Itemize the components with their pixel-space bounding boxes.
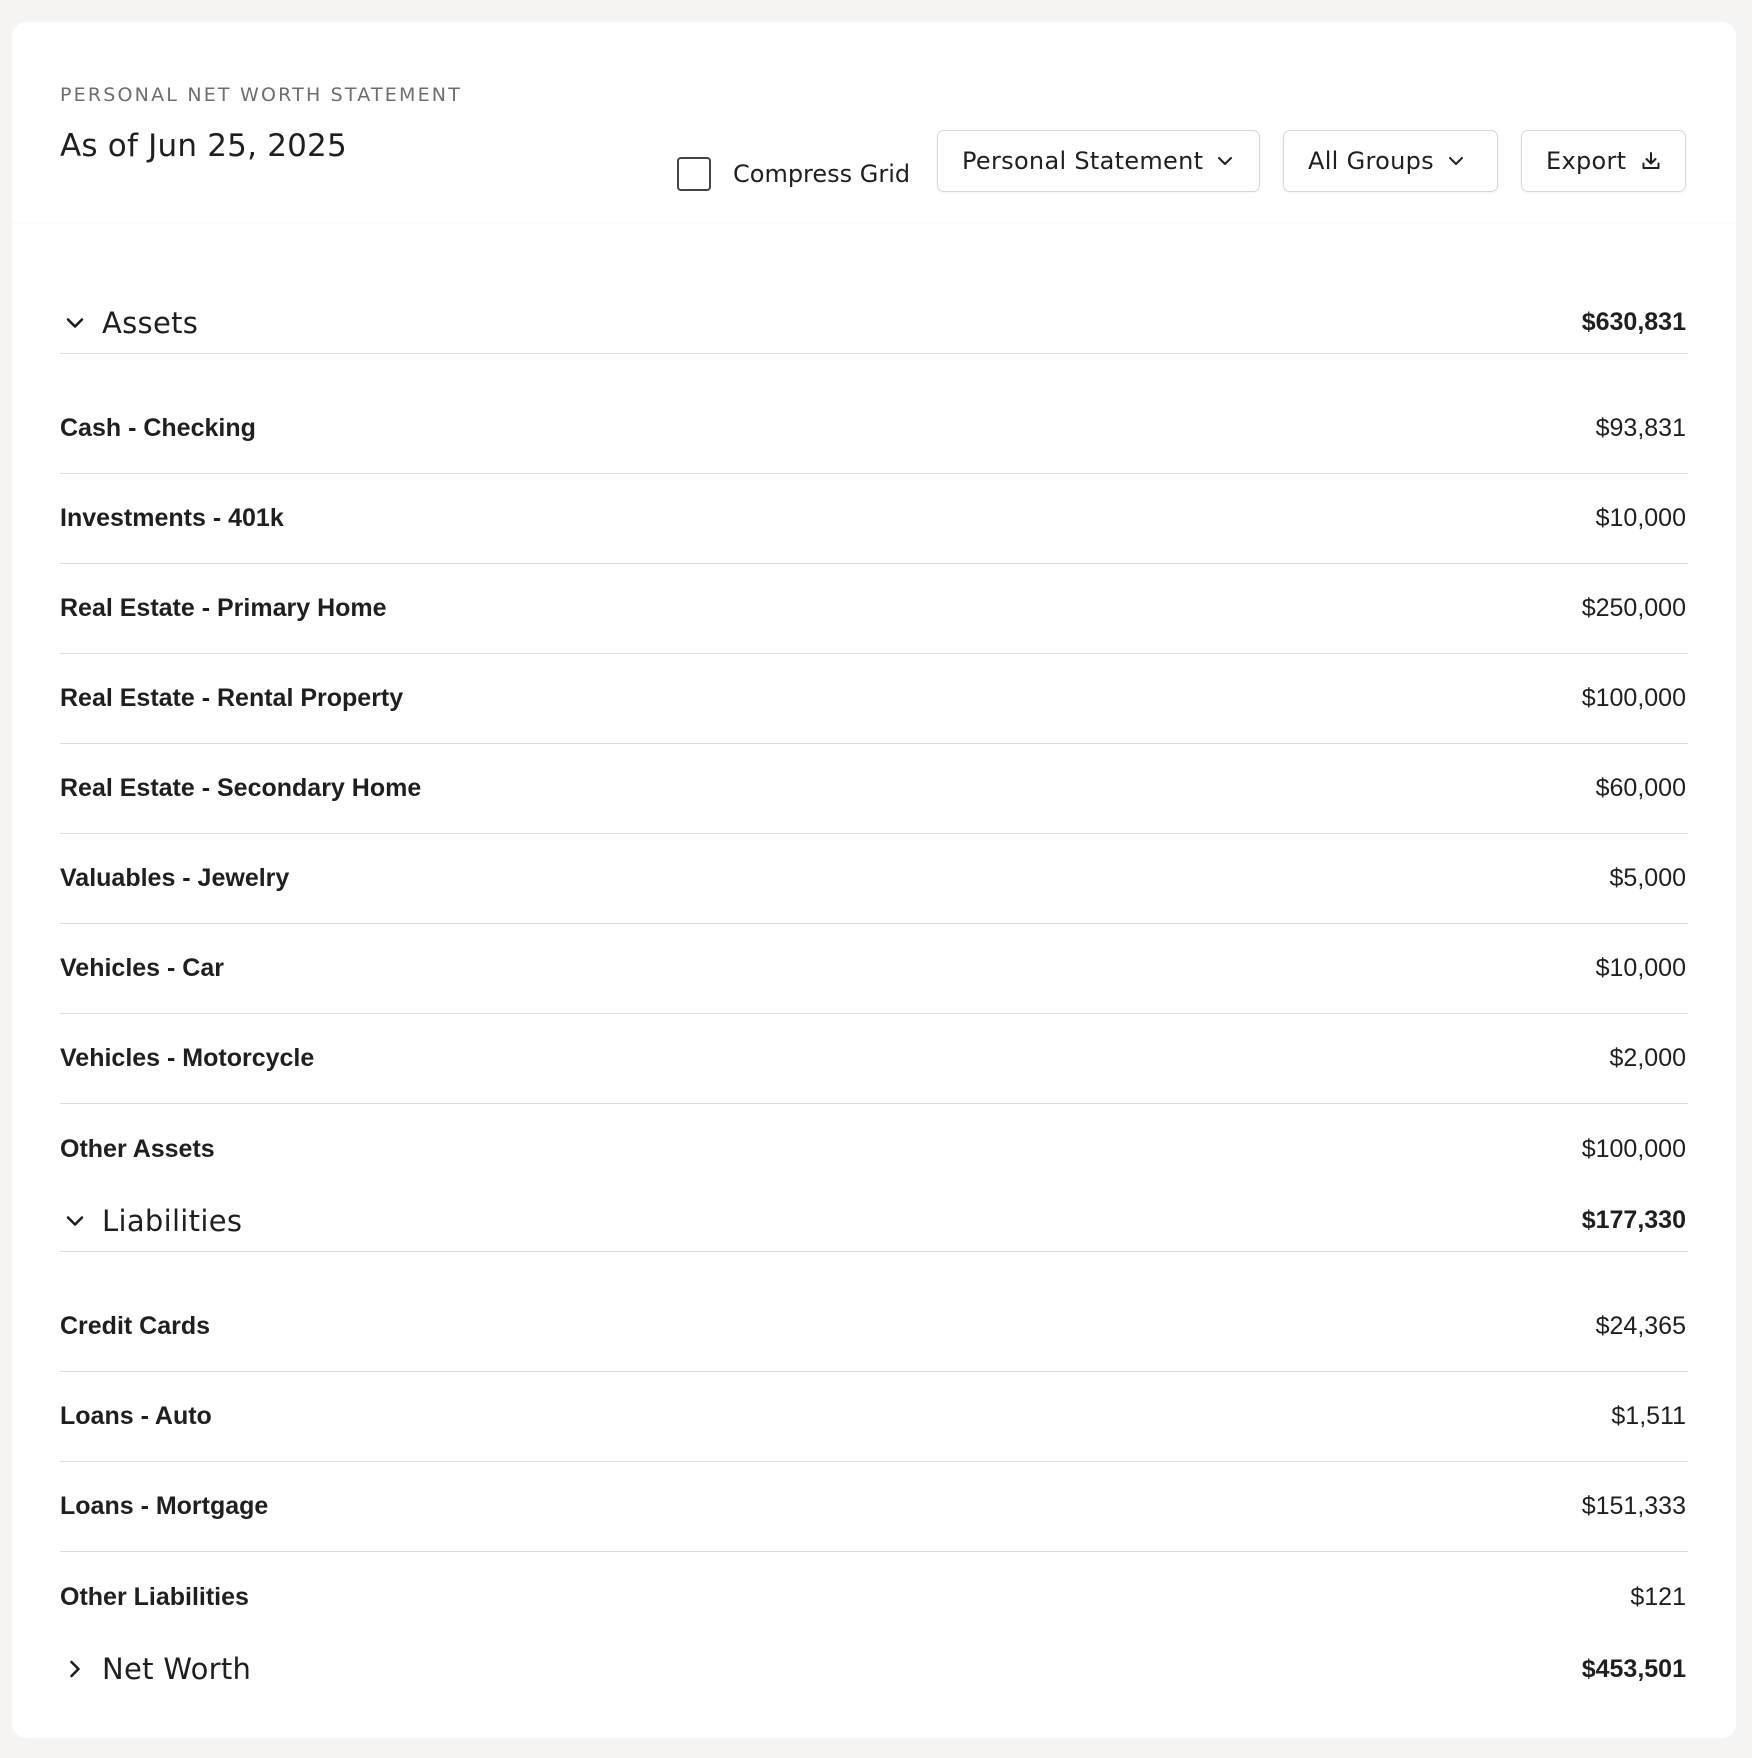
net-worth-total: $453,501 [1581, 1654, 1686, 1683]
table-row: Other Assets $100,000 [60, 1104, 1688, 1194]
assets-total: $630,831 [1581, 308, 1686, 336]
row-label: Cash - Checking [60, 414, 256, 442]
row-label: Vehicles - Car [60, 954, 224, 982]
net-worth-toggle[interactable]: Net Worth [60, 1652, 251, 1686]
row-label: Loans - Mortgage [60, 1492, 269, 1520]
chevron-right-icon[interactable] [60, 1654, 90, 1684]
row-value: $100,000 [1581, 684, 1686, 712]
row-label: Loans - Auto [60, 1402, 212, 1430]
row-value: $93,831 [1595, 414, 1686, 442]
as-of-date: As of Jun 25, 2025 [60, 128, 347, 164]
compress-grid-label: Compress Grid [733, 160, 911, 188]
liabilities-title: Liabilities [102, 1203, 243, 1238]
assets-title: Assets [102, 305, 199, 340]
chevron-down-icon [1448, 156, 1464, 166]
assets-toggle[interactable]: Assets [60, 306, 198, 340]
export-button[interactable]: Export [1521, 130, 1686, 192]
groups-value: All Groups [1308, 147, 1434, 175]
group-row-liabilities: Liabilities $177,330 [60, 1190, 1688, 1252]
chevron-down-icon[interactable] [60, 308, 90, 338]
table-row: Credit Cards $24,365 [60, 1282, 1688, 1372]
row-value: $1,511 [1611, 1402, 1686, 1430]
row-label: Other Assets [60, 1134, 215, 1163]
group-row-assets: Assets $630,831 [60, 292, 1688, 354]
row-value: $10,000 [1595, 954, 1686, 982]
statement-type-dropdown[interactable]: Personal Statement [937, 130, 1260, 192]
liabilities-toggle[interactable]: Liabilities [60, 1204, 242, 1238]
row-label: Real Estate - Primary Home [60, 594, 387, 622]
table-row: Real Estate - Primary Home $250,000 [60, 564, 1688, 654]
row-label: Valuables - Jewelry [60, 864, 290, 892]
row-value: $60,000 [1595, 774, 1686, 802]
row-value: $250,000 [1581, 594, 1686, 622]
table-row: Real Estate - Secondary Home $60,000 [60, 744, 1688, 834]
row-label: Investments - 401k [60, 504, 284, 532]
row-label: Other Liabilities [60, 1582, 249, 1611]
compress-grid-toggle[interactable]: Compress Grid [677, 154, 910, 194]
groups-dropdown[interactable]: All Groups [1283, 130, 1498, 192]
table-row: Cash - Checking $93,831 [60, 384, 1688, 474]
row-label: Vehicles - Motorcycle [60, 1044, 315, 1072]
table-row: Vehicles - Car $10,000 [60, 924, 1688, 1014]
statement-header: PERSONAL NET WORTH STATEMENT As of Jun 2… [12, 22, 1736, 222]
row-label: Real Estate - Secondary Home [60, 774, 422, 802]
row-value: $10,000 [1595, 504, 1686, 532]
table-row: Loans - Mortgage $151,333 [60, 1462, 1688, 1552]
compress-grid-checkbox[interactable] [677, 157, 711, 191]
table-row: Vehicles - Motorcycle $2,000 [60, 1014, 1688, 1104]
chevron-down-icon [1217, 156, 1233, 166]
liabilities-total: $177,330 [1581, 1206, 1686, 1234]
chevron-down-icon[interactable] [60, 1206, 90, 1236]
group-row-net-worth: Net Worth $453,501 [60, 1638, 1688, 1700]
table-row: Loans - Auto $1,511 [60, 1372, 1688, 1462]
net-worth-title: Net Worth [102, 1652, 252, 1686]
row-label: Real Estate - Rental Property [60, 684, 404, 712]
table-row: Real Estate - Rental Property $100,000 [60, 654, 1688, 744]
row-label: Credit Cards [60, 1312, 211, 1340]
row-value: $24,365 [1595, 1312, 1686, 1340]
table-row: Valuables - Jewelry $5,000 [60, 834, 1688, 924]
row-value: $121 [1630, 1582, 1686, 1611]
export-label: Export [1546, 147, 1627, 175]
row-value: $100,000 [1581, 1134, 1686, 1163]
table-row: Other Liabilities $121 [60, 1552, 1688, 1642]
row-value: $151,333 [1581, 1492, 1686, 1520]
row-value: $2,000 [1609, 1044, 1686, 1072]
statement-type-value: Personal Statement [962, 147, 1204, 175]
table-row: Investments - 401k $10,000 [60, 474, 1688, 564]
row-value: $5,000 [1609, 864, 1686, 892]
download-icon [1640, 150, 1662, 172]
statement-kicker: PERSONAL NET WORTH STATEMENT [60, 84, 463, 106]
statement-card: PERSONAL NET WORTH STATEMENT As of Jun 2… [12, 22, 1736, 1738]
